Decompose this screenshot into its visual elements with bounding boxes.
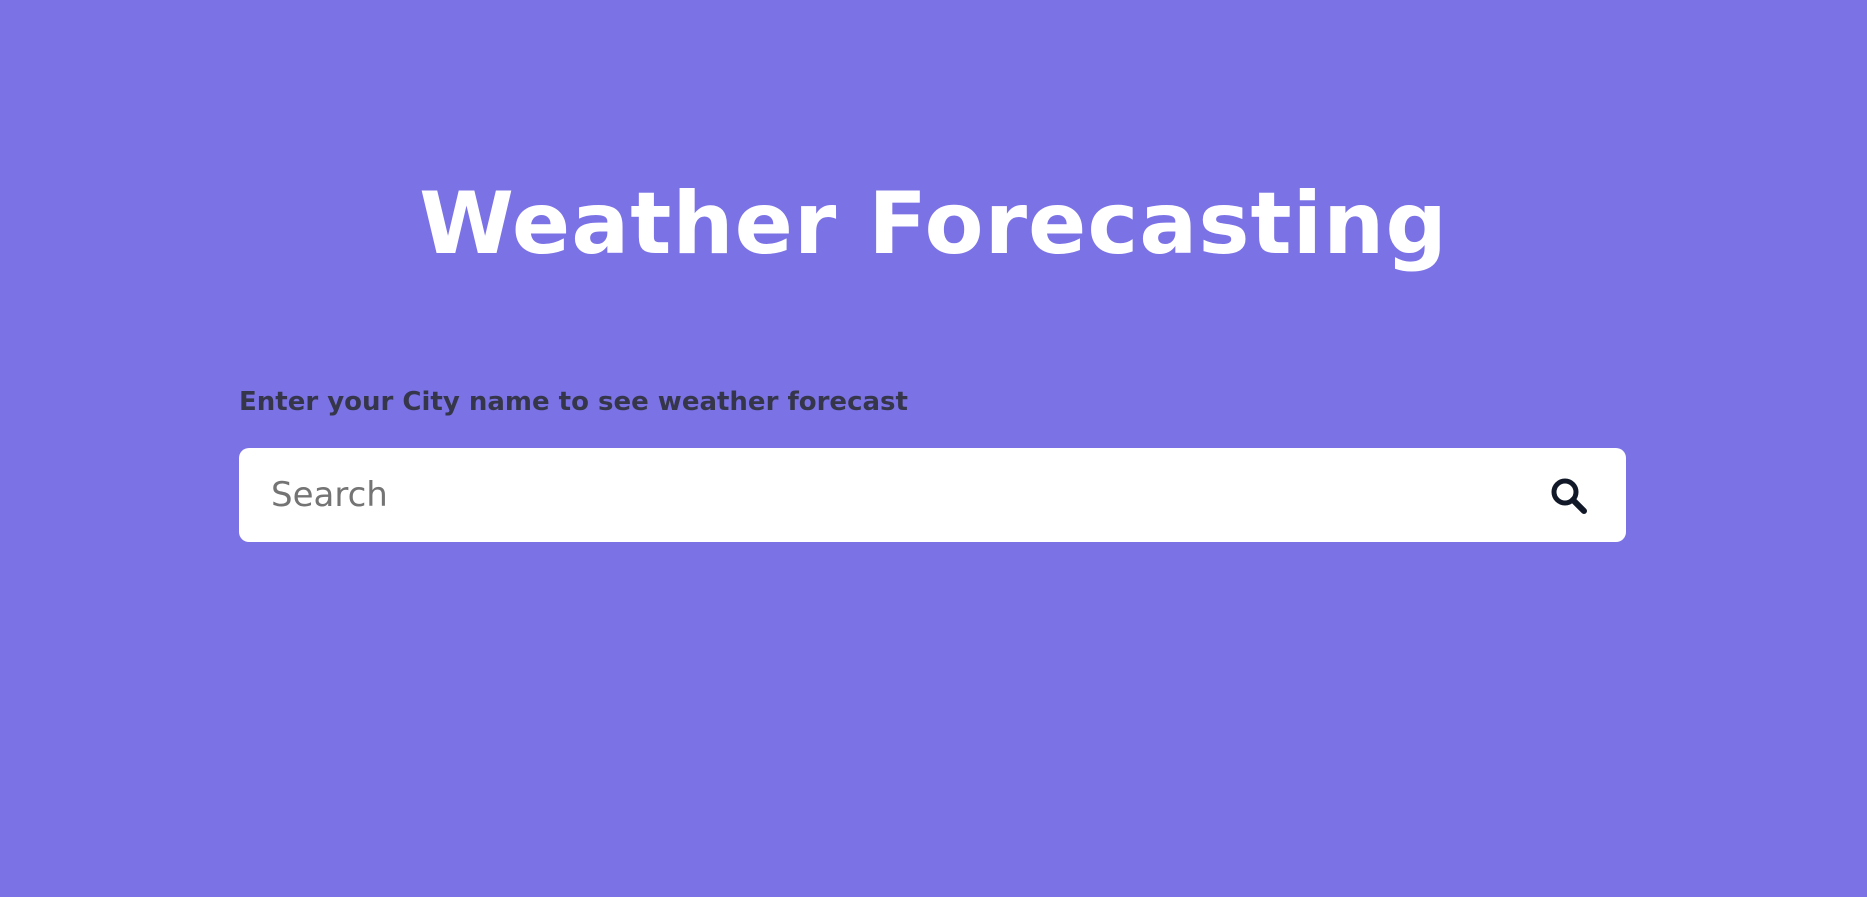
search-icon: [1548, 475, 1590, 517]
city-search-label: Enter your City name to see weather fore…: [239, 387, 908, 417]
page-title: Weather Forecasting: [419, 174, 1448, 274]
search-button[interactable]: [1548, 475, 1590, 517]
search-input[interactable]: [271, 448, 1471, 542]
weather-page: Weather Forecasting Enter your City name…: [0, 0, 1867, 897]
search-box: [239, 448, 1626, 542]
